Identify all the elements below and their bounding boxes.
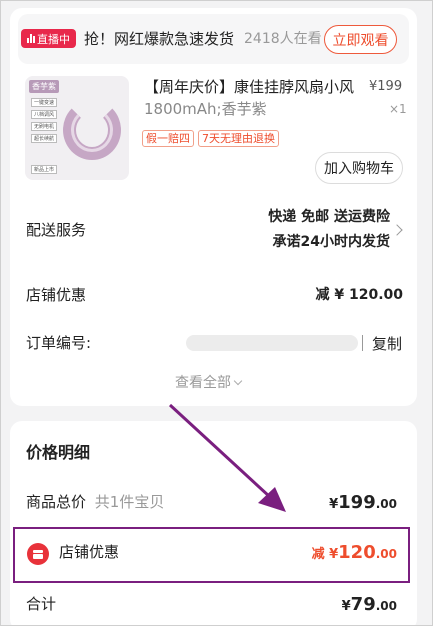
- goods-total-row: 商品总价 共1件宝贝: [26, 492, 164, 512]
- product-feature-label: 无刷电机: [31, 122, 58, 131]
- live-viewer-count: 2418人在看: [244, 31, 322, 47]
- goods-total-label: 商品总价: [26, 493, 87, 511]
- total-label: 合计: [26, 595, 57, 613]
- watch-now-button[interactable]: 立即观看: [324, 25, 397, 54]
- delivery-label: 配送服务: [26, 221, 87, 239]
- discount-prefix: 减 ¥: [311, 547, 339, 562]
- product-image-badge: 新品上市: [31, 165, 58, 174]
- product-image-tag: 香芋紫: [29, 80, 59, 93]
- live-badge: 直播中: [21, 29, 76, 48]
- product-title[interactable]: 【周年庆价】康佳挂脖风扇小风: [144, 77, 354, 97]
- price-detail-title: 价格明细: [26, 443, 91, 462]
- see-all-label: 查看全部: [175, 375, 231, 391]
- shop-coupon-icon: [27, 543, 49, 565]
- currency-symbol: ¥: [341, 599, 351, 614]
- product-feature-label: 八档调风: [31, 110, 58, 119]
- live-bars-icon: [27, 34, 35, 43]
- service-tag-7day-return: 7天无理由退换: [198, 130, 279, 147]
- product-quantity: ×1: [389, 102, 407, 116]
- goods-total-int: 199: [338, 492, 376, 513]
- copy-order-id-button[interactable]: 复制: [372, 333, 402, 354]
- chevron-down-icon: [233, 376, 243, 386]
- shop-discount-detail-value: 减 ¥120.00: [312, 542, 397, 566]
- neck-fan-highlight: [71, 108, 113, 152]
- order-id-label: 订单编号:: [26, 334, 92, 352]
- divider: [362, 335, 363, 351]
- see-all-button[interactable]: 查看全部: [175, 374, 243, 392]
- add-to-cart-button[interactable]: 加入购物车: [315, 152, 403, 184]
- order-id-redacted: [186, 335, 358, 351]
- goods-count: 共1件宝贝: [94, 493, 165, 511]
- live-badge-label: 直播中: [37, 32, 70, 46]
- product-feature-label: 超长续航: [31, 134, 58, 143]
- currency-symbol: ¥: [329, 497, 339, 512]
- total-value: ¥79.00: [342, 594, 397, 618]
- shop-discount-label: 店铺优惠: [26, 286, 87, 304]
- shop-discount-value: 减 ¥ 120.00: [315, 287, 403, 303]
- delivery-line-2[interactable]: 承诺24小时内发货: [273, 232, 390, 252]
- goods-total-value: ¥199.00: [329, 492, 397, 516]
- shop-discount-decimal: .00: [375, 547, 397, 561]
- service-tag-fake-compensation: 假一赔四: [142, 130, 194, 147]
- shop-discount-int: 120: [338, 542, 376, 563]
- product-price: ¥199: [369, 79, 403, 94]
- product-spec: 1800mAh;香芋紫: [144, 100, 267, 118]
- total-int: 79: [350, 594, 376, 615]
- shop-discount-detail-label: 店铺优惠: [59, 543, 120, 561]
- live-headline[interactable]: 抢！网红爆款急速发货: [84, 29, 234, 49]
- delivery-line-1[interactable]: 快递 免邮 送运费险: [268, 207, 390, 227]
- product-feature-label: 一键变速: [31, 98, 58, 107]
- total-decimal: .00: [375, 599, 397, 613]
- goods-total-decimal: .00: [375, 497, 397, 511]
- product-image[interactable]: 香芋紫 一键变速 八档调风 无刷电机 超长续航 新品上市: [25, 76, 129, 180]
